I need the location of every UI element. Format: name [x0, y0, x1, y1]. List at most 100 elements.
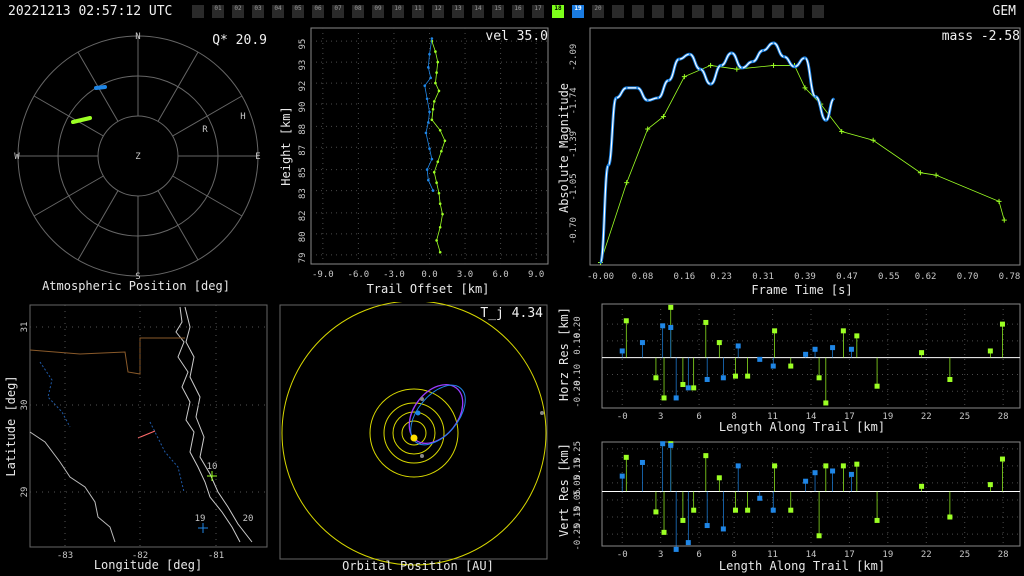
residual-point-green — [999, 321, 1005, 327]
station-label-10: 10 — [207, 462, 218, 472]
data-point-green — [435, 239, 438, 242]
x-tick-label: -9.0 — [312, 270, 334, 280]
orbital-position-panel: T_j 4.34 Orbital Position [AU] — [279, 302, 548, 573]
camera-indicator — [612, 5, 624, 18]
data-point-green — [441, 212, 444, 216]
x-tick-label: 0.31 — [752, 272, 774, 282]
residual-point-blue — [685, 540, 691, 546]
residual-point-green — [840, 328, 846, 334]
residual-point-green — [716, 475, 722, 481]
data-point-blue — [427, 178, 430, 182]
y-tick-label: -0.25 — [573, 524, 583, 551]
camera-indicator — [712, 5, 724, 18]
residual-point-blue — [704, 523, 710, 529]
x-tick-label: 22 — [921, 550, 932, 560]
data-point-blue — [772, 41, 775, 44]
residual-point-blue — [720, 375, 726, 381]
polar-spoke — [157, 190, 199, 261]
data-point-green — [434, 50, 437, 53]
polar-spoke — [157, 51, 199, 122]
south-label: S — [135, 272, 140, 282]
camera-indicator: 09 — [372, 5, 384, 18]
residual-point-blue — [848, 471, 854, 477]
y-tick-label: 90 — [298, 102, 308, 113]
ground-track — [137, 430, 156, 439]
residual-point-green — [716, 340, 722, 346]
data-point-green — [440, 149, 443, 153]
x-tick-label: 9.0 — [528, 270, 544, 280]
height-axis-label: Height [km] — [279, 106, 293, 185]
data-point-green — [435, 71, 438, 74]
residual-point-blue — [668, 442, 674, 448]
data-point-blue — [699, 68, 702, 71]
data-point-blue — [688, 53, 691, 56]
camera-indicator: 03 — [252, 5, 264, 18]
residual-point-blue — [757, 495, 763, 501]
residual-point-green — [840, 463, 846, 469]
residual-point-green — [874, 517, 880, 523]
camera-indicator — [692, 5, 704, 18]
station-label-19: 19 — [195, 514, 206, 524]
residual-point-green — [999, 456, 1005, 462]
lat-tick-1: 31 — [20, 322, 30, 333]
series-fit-white — [599, 42, 835, 264]
residual-point-blue — [639, 340, 645, 346]
x-tick-label: -0.00 — [587, 272, 614, 282]
station-label-r: R — [202, 125, 208, 135]
residual-point-green — [854, 461, 860, 467]
east-label: E — [255, 152, 260, 162]
x-tick-label: 0.47 — [836, 272, 858, 282]
vert-residuals-panel: -0 3 6 8 11 14 17 19 22 25 280.250.150.05-0.05-0.1… — [557, 441, 1021, 573]
y-tick-label: 0.10 — [573, 333, 583, 355]
ground-map-panel: 10 19 20 -83 -82 -81 31 30 29 Longitude … — [4, 304, 268, 572]
plot-frame — [589, 27, 1021, 266]
residual-point-green — [703, 319, 709, 325]
data-point-blue — [730, 51, 733, 54]
camera-indicator — [192, 5, 204, 18]
y-tick-label: 83 — [298, 188, 308, 199]
data-point-blue — [678, 58, 681, 61]
data-point-blue — [425, 97, 429, 101]
data-point-blue — [720, 64, 723, 67]
residual-point-blue — [812, 470, 818, 476]
x-tick-label: 6 — [696, 412, 701, 422]
magnitude-axis-label: Absolute Magnitude — [557, 83, 571, 213]
vert-res-ylabel: Vert Res [km] — [557, 443, 571, 537]
data-point-green — [438, 128, 442, 132]
residual-point-green — [745, 507, 751, 513]
residual-point-green — [772, 328, 778, 334]
residual-point-green — [823, 400, 829, 406]
residual-point-green — [874, 383, 880, 389]
residual-point-green — [987, 482, 993, 488]
data-point-blue — [625, 86, 628, 89]
residual-point-blue — [685, 385, 691, 391]
zenith-label: Z — [135, 152, 141, 162]
camera-indicator: 10 — [392, 5, 404, 18]
camera-indicator: 11 — [412, 5, 424, 18]
residual-point-green — [919, 483, 925, 489]
data-point-blue — [709, 83, 712, 86]
camera-indicator: 16 — [512, 5, 524, 18]
y-tick-label: -0.20 — [573, 381, 583, 408]
data-point-green — [436, 60, 440, 64]
planet-marker-2 — [420, 454, 424, 458]
x-tick-label: 0.08 — [632, 272, 654, 282]
x-tick-label: -0 — [617, 550, 628, 560]
data-point-green — [430, 118, 434, 122]
data-point-green — [438, 250, 442, 254]
residual-point-green — [788, 363, 794, 369]
x-tick-label: -0 — [617, 412, 628, 422]
camera-indicator: 06 — [312, 5, 324, 18]
residual-point-blue — [673, 546, 679, 552]
camera-indicator: 12 — [432, 5, 444, 18]
data-point-blue — [657, 96, 660, 99]
horz-residuals-panel: -0 3 6 8 11 14 17 19 22 25 280.200.10-0.10-0.20 Le… — [557, 303, 1021, 434]
height-offset-title: Trail Offset [km] — [367, 282, 490, 296]
velocity-label: vel 35.0 — [485, 29, 548, 44]
meteor-track-blue — [94, 85, 107, 90]
x-tick-label: 6.0 — [492, 270, 508, 280]
camera-indicator — [792, 5, 804, 18]
y-tick-label: 88 — [298, 124, 308, 135]
residual-point-green — [691, 507, 697, 513]
horz-res-ylabel: Horz Res [km] — [557, 307, 571, 401]
